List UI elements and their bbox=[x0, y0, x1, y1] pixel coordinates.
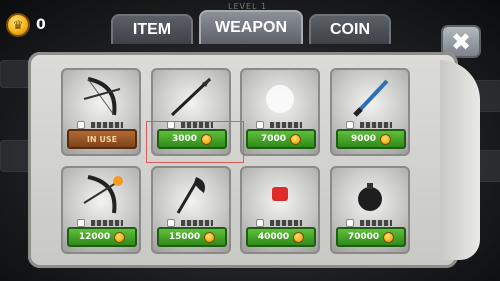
coin-icon: ♛ bbox=[6, 13, 30, 37]
coin-icon bbox=[383, 231, 395, 243]
tab-coin[interactable]: COIN bbox=[309, 14, 391, 44]
coin-icon bbox=[290, 133, 302, 145]
blue-sword-icon bbox=[332, 74, 408, 120]
tab-bar: ITEM WEAPON COIN bbox=[111, 10, 391, 44]
buy-button[interactable]: 70000 bbox=[336, 227, 406, 247]
buy-button[interactable]: 15000 bbox=[157, 227, 227, 247]
weapon-card[interactable]: IN USE bbox=[61, 68, 141, 156]
bow-icon bbox=[63, 74, 139, 120]
coin-icon bbox=[293, 231, 305, 243]
coin-counter: ♛ 0 bbox=[6, 13, 46, 37]
coin-amount: 0 bbox=[36, 17, 46, 33]
buy-button[interactable]: 12000 bbox=[67, 227, 137, 247]
weapon-card[interactable]: 7000 bbox=[240, 68, 320, 156]
tab-item[interactable]: ITEM bbox=[111, 14, 193, 44]
fire-crossbow-icon bbox=[63, 172, 139, 218]
buy-button[interactable]: 7000 bbox=[246, 129, 316, 149]
coin-icon bbox=[114, 231, 126, 243]
red-gem-icon bbox=[242, 172, 318, 218]
buy-button[interactable]: 9000 bbox=[336, 129, 406, 149]
bomb-icon bbox=[332, 172, 408, 218]
coin-icon bbox=[204, 231, 216, 243]
spear-icon bbox=[153, 74, 229, 120]
axe-icon bbox=[153, 172, 229, 218]
weapon-card[interactable]: 12000 bbox=[61, 166, 141, 254]
weapon-card[interactable]: 40000 bbox=[240, 166, 320, 254]
weapon-card[interactable]: 15000 bbox=[151, 166, 231, 254]
close-icon: ✖ bbox=[450, 27, 472, 56]
selection-highlight bbox=[146, 121, 244, 163]
coin-icon bbox=[380, 133, 392, 145]
tab-weapon[interactable]: WEAPON bbox=[199, 10, 303, 44]
buy-button[interactable]: 40000 bbox=[246, 227, 316, 247]
hidden-icon bbox=[242, 74, 318, 120]
weapon-card[interactable]: 70000 bbox=[330, 166, 410, 254]
in-use-button[interactable]: IN USE bbox=[67, 129, 137, 149]
weapon-card[interactable]: 9000 bbox=[330, 68, 410, 156]
